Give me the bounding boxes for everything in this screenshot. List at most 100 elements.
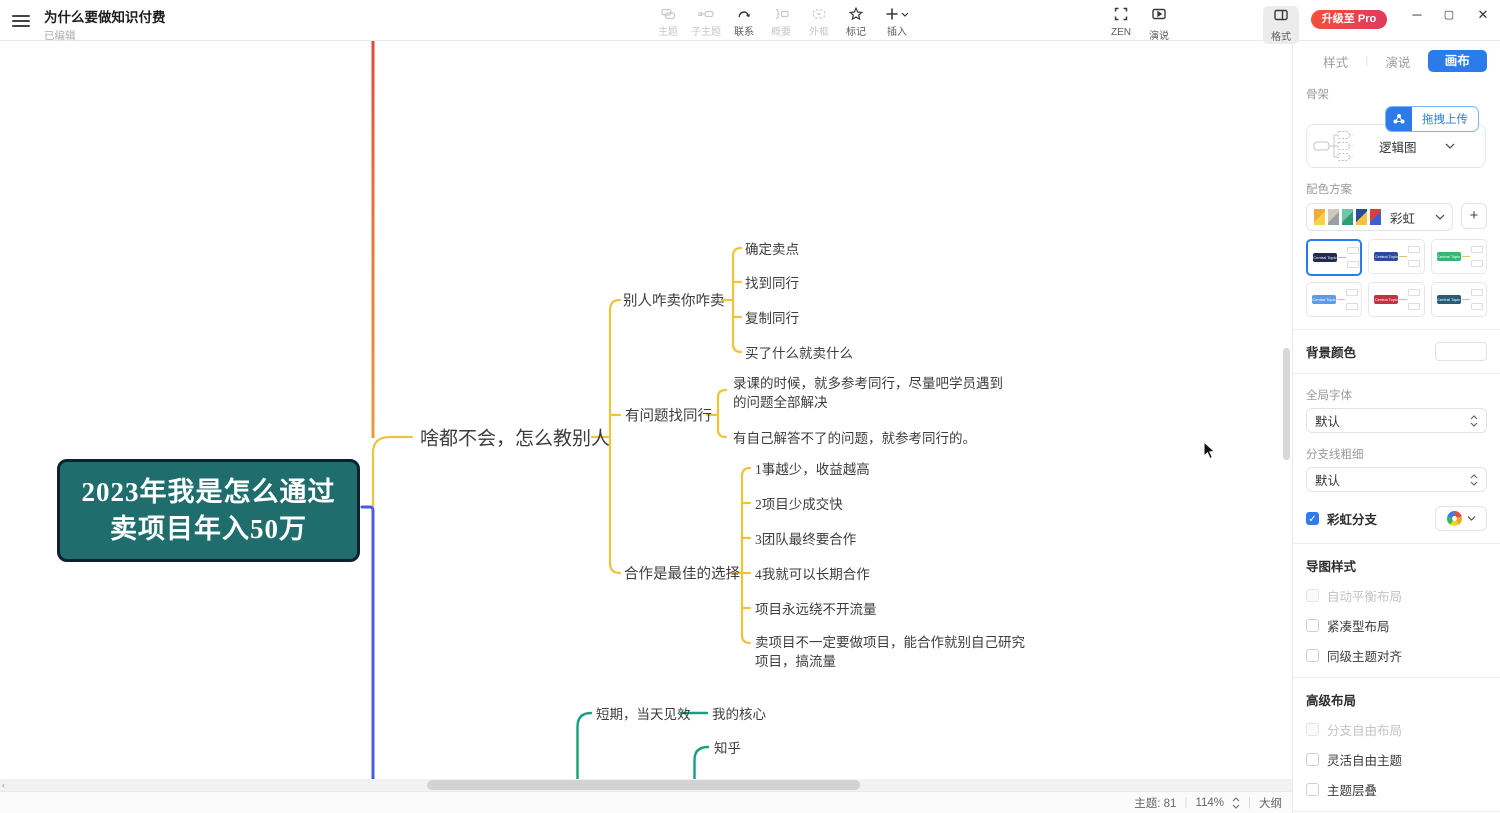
drag-upload-button[interactable]: 拖拽上传 xyxy=(1385,106,1479,132)
horizontal-scrollbar-thumb[interactable] xyxy=(427,780,860,790)
mindmap-canvas[interactable]: 2023年我是怎么通过 卖项目年入50万 啥都不会，怎么教别人 别人咋卖你咋卖 … xyxy=(0,40,1292,813)
global-font-select[interactable]: 默认 xyxy=(1306,408,1487,433)
topic-node[interactable]: 项目永远绕不开流量 xyxy=(755,598,877,618)
toolbar-marker-button[interactable]: 标记 xyxy=(837,6,875,38)
scheme-swatch xyxy=(1370,209,1381,225)
auto-balance-checkbox[interactable] xyxy=(1306,589,1319,602)
zoom-level: 114% xyxy=(1195,797,1224,809)
outline-toggle[interactable]: 大纲 xyxy=(1259,795,1282,811)
map-style-header: 导图样式 xyxy=(1306,556,1487,575)
scheme-swatch xyxy=(1342,209,1353,225)
compact-layout-checkbox[interactable] xyxy=(1306,619,1319,632)
vertical-scrollbar-thumb[interactable] xyxy=(1283,348,1290,460)
upgrade-pro-button[interactable]: 升级至 Pro xyxy=(1311,10,1387,29)
topic-node[interactable]: 4我就可以长期合作 xyxy=(755,563,870,583)
free-branch-checkbox[interactable] xyxy=(1306,723,1319,736)
drag-upload-label: 拖拽上传 xyxy=(1412,111,1478,127)
color-scheme-label: 配色方案 xyxy=(1306,181,1487,197)
topic-node[interactable]: 有问题找同行 xyxy=(625,405,712,426)
topic-node[interactable]: 卖项目不一定要做项目，能合作就别自己研究项目，搞流量 xyxy=(755,633,1033,671)
branch-width-value: 默认 xyxy=(1315,470,1340,489)
topic-node[interactable]: 确定卖点 xyxy=(745,238,799,258)
tab-style[interactable]: 样式 xyxy=(1306,52,1365,71)
theme-card[interactable]: Central Topic xyxy=(1368,239,1424,274)
format-panel-button[interactable]: 格式 xyxy=(1263,6,1299,44)
subtopic-icon xyxy=(698,6,714,22)
rainbow-branch-checkbox[interactable]: ✓ xyxy=(1306,512,1319,525)
topic-node[interactable]: 啥都不会，怎么教别人 xyxy=(420,424,610,451)
toolbar-subtopic-button[interactable]: 子主题 xyxy=(687,6,725,38)
scroll-left-icon: ‹ xyxy=(2,779,5,791)
topic-node[interactable]: 短期，当天见效 xyxy=(596,703,691,723)
flexible-topic-checkbox[interactable] xyxy=(1306,753,1319,766)
topic-overlap-checkbox[interactable] xyxy=(1306,783,1319,796)
theme-card[interactable]: Central Topic xyxy=(1306,282,1362,317)
zen-mode-button[interactable]: ZEN xyxy=(1103,6,1139,38)
structure-type-value: 逻辑图 xyxy=(1379,137,1417,156)
central-topic-line2: 卖项目年入50万 xyxy=(110,511,307,548)
play-icon xyxy=(1151,6,1167,22)
mindmap-branch-lines xyxy=(0,40,1292,813)
summary-icon xyxy=(773,6,789,22)
topic-node[interactable]: 我的核心 xyxy=(712,703,766,723)
theme-central-topic: Central Topic xyxy=(1437,295,1461,304)
background-color-swatch[interactable] xyxy=(1435,342,1487,361)
global-font-label: 全局字体 xyxy=(1306,387,1487,403)
app-window: 为什么要做知识付费 已编辑 主题 子主题 联系 概要 外框 标记 xyxy=(0,0,1500,813)
present-button[interactable]: 演说 xyxy=(1141,6,1177,42)
topic-node[interactable]: 有自己解答不了的问题，就参考同行的。 xyxy=(733,427,976,447)
theme-card[interactable]: Central Topic xyxy=(1368,282,1424,317)
menu-icon[interactable] xyxy=(12,12,30,26)
branch-width-select[interactable]: 默认 xyxy=(1306,467,1487,492)
minimize-button[interactable]: ─ xyxy=(1402,2,1432,28)
skeleton-label: 骨架 xyxy=(1306,86,1487,102)
relationship-icon xyxy=(736,6,752,22)
sibling-align-checkbox[interactable] xyxy=(1306,649,1319,662)
topic-node[interactable]: 复制同行 xyxy=(745,307,799,327)
boundary-icon xyxy=(811,6,827,22)
topic-node[interactable]: 录课的时候，就多参考同行，尽量吧学员遇到的问题全部解决 xyxy=(733,374,1011,412)
color-wheel-icon xyxy=(1447,511,1462,526)
upload-cloud-icon xyxy=(1386,107,1412,131)
topic-node[interactable]: 1事越少，收益越高 xyxy=(755,458,870,478)
tab-canvas[interactable]: 画布 xyxy=(1428,50,1487,72)
topic-count: 主题: 81 xyxy=(1134,795,1176,811)
maximize-button[interactable]: ▢ xyxy=(1434,2,1464,28)
topic-node[interactable]: 买了什么就卖什么 xyxy=(745,342,853,362)
panel-tabs: 样式 | 演说 画布 xyxy=(1306,49,1487,73)
chevron-down-icon xyxy=(1435,213,1445,221)
close-button[interactable]: ✕ xyxy=(1468,2,1498,28)
tab-present[interactable]: 演说 xyxy=(1368,52,1427,71)
global-font-value: 默认 xyxy=(1315,411,1340,430)
topic-node[interactable]: 2项目少成交快 xyxy=(755,493,843,513)
color-scheme-select[interactable]: 彩虹 xyxy=(1306,203,1453,231)
toolbar-topic-button[interactable]: 主题 xyxy=(649,6,687,38)
topic-node[interactable]: 别人咋卖你咋卖 xyxy=(623,290,725,311)
theme-central-topic: Central Topic xyxy=(1374,252,1398,261)
document-title: 为什么要做知识付费 xyxy=(44,6,166,26)
star-icon xyxy=(848,6,864,22)
rainbow-color-select[interactable] xyxy=(1435,506,1487,531)
plus-icon xyxy=(884,6,910,22)
stepper-icon xyxy=(1470,473,1478,487)
color-scheme-value: 彩虹 xyxy=(1390,208,1432,227)
toolbar-summary-button[interactable]: 概要 xyxy=(762,6,800,38)
topic-node[interactable]: 知乎 xyxy=(714,737,741,757)
zoom-stepper-icon[interactable] xyxy=(1232,796,1240,810)
toolbar-boundary-button[interactable]: 外框 xyxy=(800,6,838,38)
topic-node[interactable]: 找到同行 xyxy=(745,272,799,292)
background-color-label: 背景颜色 xyxy=(1306,342,1356,361)
central-topic[interactable]: 2023年我是怎么通过 卖项目年入50万 xyxy=(57,459,360,562)
theme-card[interactable]: Central Topic xyxy=(1431,282,1487,317)
topic-node[interactable]: 合作是最佳的选择 xyxy=(624,563,740,584)
add-scheme-button[interactable]: + xyxy=(1461,203,1487,229)
topic-node[interactable]: 3团队最终要合作 xyxy=(755,528,856,548)
theme-grid: Central Topic Central Topic Central Topi… xyxy=(1306,239,1487,317)
theme-card[interactable]: Central Topic xyxy=(1306,239,1362,276)
theme-central-topic: Central Topic xyxy=(1313,253,1337,262)
mouse-cursor xyxy=(1203,441,1217,461)
theme-central-topic: Central Topic xyxy=(1437,252,1461,261)
toolbar-insert-button[interactable]: 插入 xyxy=(878,6,916,38)
theme-card[interactable]: Central Topic xyxy=(1431,239,1487,274)
toolbar-relationship-button[interactable]: 联系 xyxy=(725,6,763,38)
